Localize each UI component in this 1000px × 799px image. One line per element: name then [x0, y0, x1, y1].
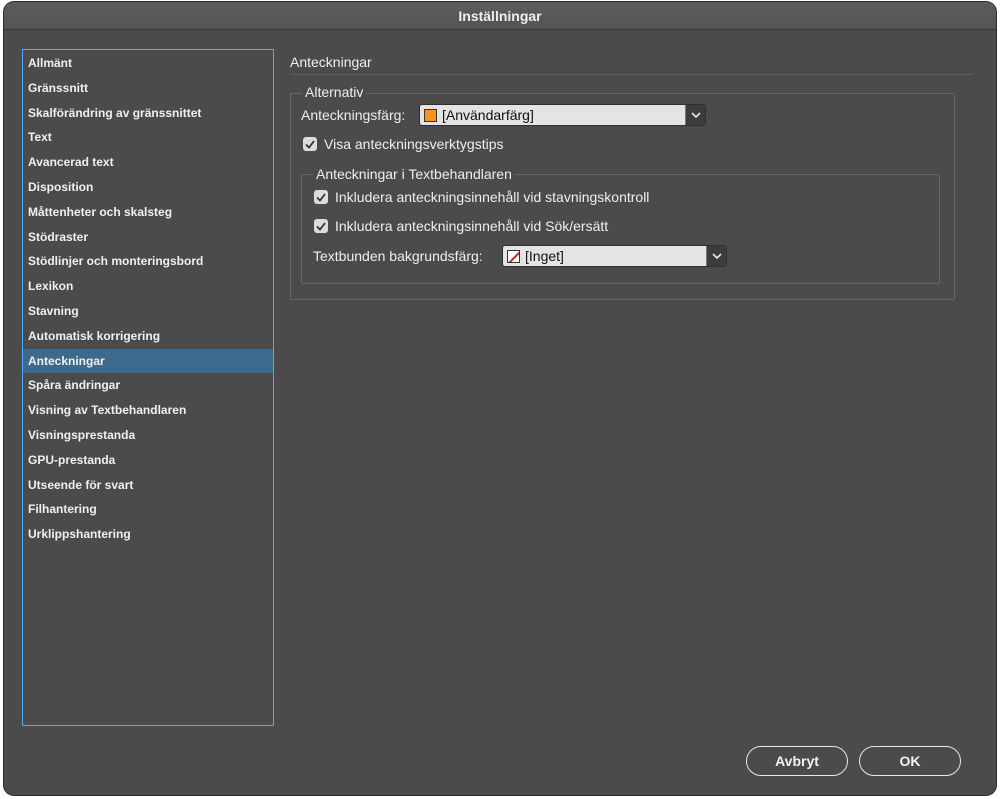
- panel-title: Anteckningar: [290, 54, 372, 70]
- note-color-dropdown[interactable]: [Användarfärg]: [419, 104, 706, 126]
- chevron-down-icon[interactable]: [706, 246, 726, 266]
- cancel-button[interactable]: Avbryt: [746, 746, 848, 776]
- sidebar-item[interactable]: GPU-prestanda: [23, 448, 273, 473]
- sidebar-item[interactable]: Visningsprestanda: [23, 423, 273, 448]
- orange-color-swatch-icon: [424, 108, 437, 122]
- sidebar-item[interactable]: Automatisk korrigering: [23, 324, 273, 349]
- panel-divider: [290, 74, 973, 75]
- options-group-legend: Alternativ: [302, 84, 367, 100]
- sidebar-item[interactable]: Skalförändring av gränssnittet: [23, 101, 273, 126]
- sidebar-item[interactable]: Text: [23, 125, 273, 150]
- inline-bg-color-value: [Inget]: [525, 248, 564, 264]
- sidebar-item[interactable]: Gränssnitt: [23, 76, 273, 101]
- sidebar-item[interactable]: Disposition: [23, 175, 273, 200]
- sidebar-item[interactable]: Filhantering: [23, 497, 273, 522]
- window-title: Inställningar: [4, 2, 996, 30]
- chevron-down-icon[interactable]: [685, 105, 705, 125]
- ok-button[interactable]: OK: [859, 746, 961, 776]
- sidebar-item[interactable]: Visning av Textbehandlaren: [23, 398, 273, 423]
- preferences-category-list[interactable]: Allmänt Gränssnitt Skalförändring av gräns…: [22, 49, 274, 726]
- sidebar-item[interactable]: Allmänt: [23, 51, 273, 76]
- sidebar-item[interactable]: Måttenheter och skalsteg: [23, 200, 273, 225]
- include-spellcheck-checkbox[interactable]: [314, 190, 328, 204]
- sidebar-item[interactable]: Stavning: [23, 299, 273, 324]
- sidebar-item[interactable]: Urklippshantering: [23, 522, 273, 547]
- show-tooltips-row[interactable]: Visa anteckningsverktygstips: [303, 136, 504, 152]
- include-findreplace-checkbox[interactable]: [314, 219, 328, 233]
- story-editor-group-legend: Anteckningar i Textbehandlaren: [313, 166, 515, 182]
- sidebar-item[interactable]: Lexikon: [23, 274, 273, 299]
- none-color-swatch-icon: [507, 249, 520, 263]
- sidebar-item[interactable]: Avancerad text: [23, 150, 273, 175]
- sidebar-item[interactable]: Stödlinjer och monteringsbord: [23, 249, 273, 274]
- sidebar-item[interactable]: Spåra ändringar: [23, 373, 273, 398]
- sidebar-item[interactable]: Utseende för svart: [23, 473, 273, 498]
- include-findreplace-label: Inkludera anteckningsinnehåll vid Sök/er…: [335, 218, 609, 234]
- note-color-value: [Användarfärg]: [442, 107, 534, 123]
- note-color-label: Anteckningsfärg:: [301, 107, 406, 123]
- include-spellcheck-row[interactable]: Inkludera anteckningsinnehåll vid stavni…: [314, 189, 649, 205]
- show-tooltips-checkbox[interactable]: [303, 137, 317, 151]
- sidebar-item[interactable]: Anteckningar: [23, 348, 273, 374]
- inline-bg-color-label: Textbunden bakgrundsfärg:: [313, 248, 483, 264]
- sidebar-item[interactable]: Stödraster: [23, 225, 273, 250]
- inline-bg-color-dropdown[interactable]: [Inget]: [502, 245, 727, 267]
- include-findreplace-row[interactable]: Inkludera anteckningsinnehåll vid Sök/er…: [314, 218, 608, 234]
- show-tooltips-label: Visa anteckningsverktygstips: [324, 136, 504, 152]
- preferences-dialog: Inställningar Allmänt Gränssnitt Skalförän…: [4, 2, 996, 795]
- include-spellcheck-label: Inkludera anteckningsinnehåll vid stavni…: [335, 189, 650, 205]
